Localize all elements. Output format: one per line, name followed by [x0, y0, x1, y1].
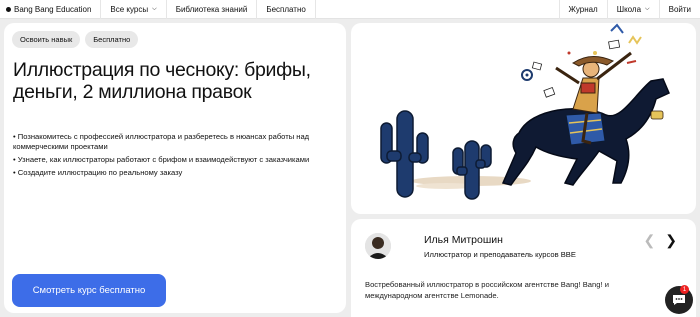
brand-name: Bang Bang Education: [14, 4, 92, 14]
nav-library[interactable]: Библиотека знаний: [167, 0, 258, 19]
nav-login-label: Войти: [668, 4, 691, 14]
nav-courses-label: Все курсы: [110, 4, 149, 14]
nav-journal[interactable]: Журнал: [560, 0, 608, 19]
nav-journal-label: Журнал: [568, 4, 598, 14]
nav-free[interactable]: Бесплатно: [257, 0, 316, 19]
author-name: Илья Митрошин: [424, 234, 503, 246]
author-description: Востребованный иллюстратор в российском …: [365, 280, 609, 300]
nav-school[interactable]: Школа ⌵: [608, 0, 660, 19]
author-role: Иллюстратор и преподаватель курсов BBE: [424, 250, 576, 259]
nav-free-label: Бесплатно: [266, 4, 306, 14]
cowboy-horse-illustration: [380, 23, 670, 200]
logo-dot-icon: [6, 6, 11, 12]
chevron-down-icon: ⌵: [645, 5, 650, 12]
course-title: Иллюстрация по чесноку: брифы, деньги, 2…: [13, 59, 311, 103]
course-illustration: [351, 23, 696, 214]
author-card: Илья Митрошин Иллюстратор и преподавател…: [351, 219, 696, 317]
chat-notification-badge: 1: [680, 285, 689, 294]
benefit-item: Создадите иллюстрацию по реальному заказ…: [13, 168, 338, 178]
brand-logo[interactable]: Bang Bang Education: [0, 0, 102, 19]
top-nav: Bang Bang Education Все курсы ⌵ Библиоте…: [0, 0, 700, 19]
nav-library-label: Библиотека знаний: [175, 4, 248, 14]
author-photo-icon: [365, 233, 391, 259]
chevron-right-icon[interactable]: ❯: [665, 232, 677, 249]
course-tags: Освоить навык Бесплатно: [12, 31, 139, 48]
course-card: Освоить навык Бесплатно Иллюстрация по ч…: [4, 23, 346, 313]
author-carousel-controls: ❮ ❯: [644, 232, 677, 249]
tag-skill[interactable]: Освоить навык: [12, 31, 81, 48]
nav-courses[interactable]: Все курсы ⌵: [101, 0, 167, 19]
nav-school-label: Школа: [616, 4, 642, 14]
chat-bubble-icon: [673, 295, 685, 305]
nav-spacer: [316, 0, 560, 19]
chevron-down-icon: ⌵: [152, 5, 157, 12]
avatar: [365, 233, 391, 259]
course-benefits: Познакомитесь с профессией иллюстратора …: [13, 132, 338, 181]
benefit-item: Узнаете, как иллюстраторы работают с бри…: [13, 155, 338, 165]
nav-login[interactable]: Войти: [660, 0, 700, 19]
watch-course-button[interactable]: Смотреть курс бесплатно: [12, 274, 166, 307]
chevron-left-icon[interactable]: ❮: [644, 232, 656, 249]
tag-free[interactable]: Бесплатно: [85, 31, 139, 48]
benefit-item: Познакомитесь с профессией иллюстратора …: [13, 132, 338, 152]
